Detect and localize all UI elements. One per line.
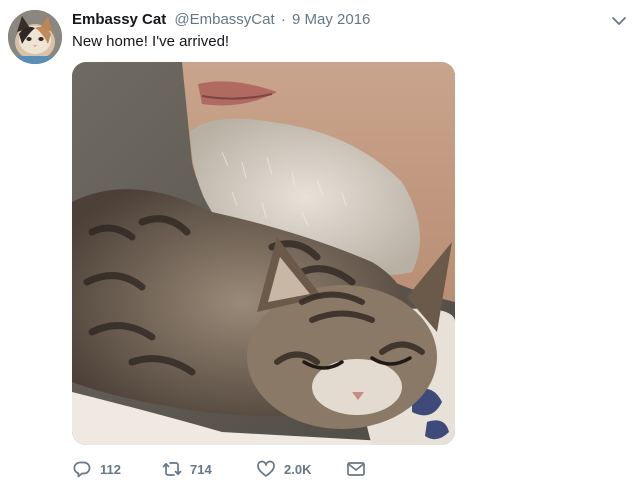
direct-message-button[interactable]	[346, 459, 376, 479]
envelope-icon	[347, 462, 365, 476]
avatar[interactable]	[8, 10, 62, 64]
header-separator: ·	[280, 11, 286, 28]
reply-icon	[73, 461, 91, 478]
retweet-icon	[162, 462, 182, 476]
tweet[interactable]: Embassy Cat @EmbassyCat · 9 May 2016 New…	[0, 0, 638, 485]
tweet-text: New home! I've arrived!	[72, 33, 230, 50]
reply-count: 112	[100, 461, 121, 477]
cat-avatar-image	[8, 10, 62, 64]
like-count: 2.0K	[284, 461, 312, 477]
tweet-header: Embassy Cat @EmbassyCat · 9 May 2016	[72, 10, 370, 30]
like-button[interactable]: 2.0K	[256, 459, 346, 479]
tweet-menu-button[interactable]	[608, 12, 630, 30]
tweet-photo	[72, 62, 455, 445]
author-name[interactable]: Embassy Cat	[72, 11, 166, 28]
chevron-down-icon	[612, 17, 626, 25]
tweet-date[interactable]: 9 May 2016	[292, 11, 370, 28]
retweet-count: 714	[190, 461, 212, 477]
heart-icon	[257, 460, 275, 477]
tweet-media[interactable]	[72, 62, 455, 445]
retweet-button[interactable]: 714	[162, 459, 256, 479]
author-handle[interactable]: @EmbassyCat	[174, 11, 274, 28]
tweet-actions: 112 714 2.0K	[72, 458, 376, 480]
reply-button[interactable]: 112	[72, 459, 162, 479]
